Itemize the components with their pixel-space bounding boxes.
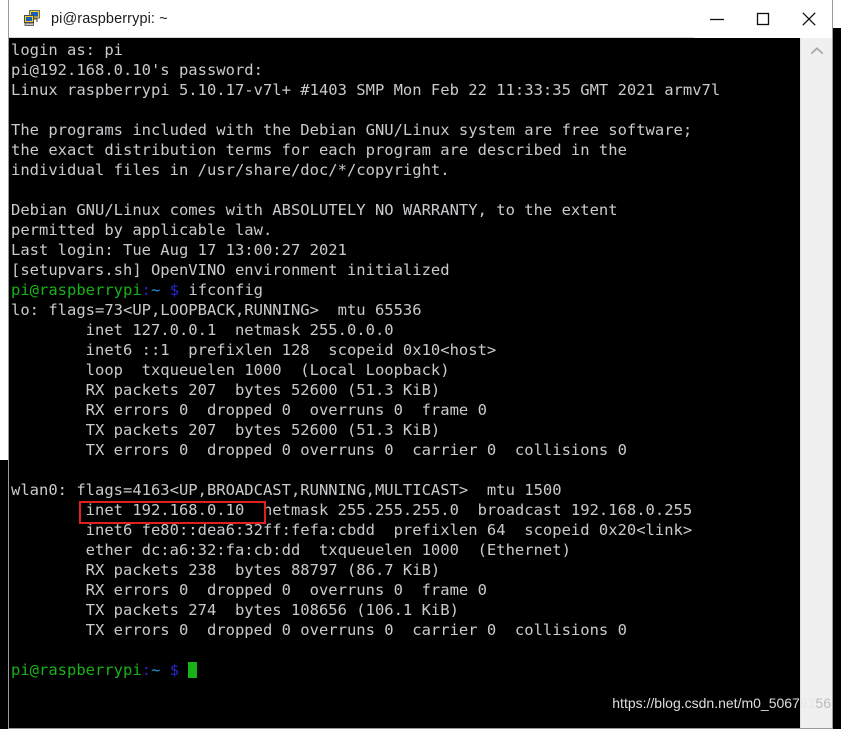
terminal-line-blank-4 [11, 640, 798, 660]
terminal-segment: Linux raspberrypi 5.10.17-v7l+ #1403 SMP… [11, 81, 721, 99]
terminal-line-lo-tx-packets: TX packets 207 bytes 52600 (51.3 KiB) [11, 420, 798, 440]
terminal-segment [179, 661, 188, 679]
putty-terminal-window[interactable]: pi@raspberrypi: ~ login as: pi pi@192.16… [8, 0, 833, 729]
terminal-segment: Last login: Tue Aug 17 13:00:27 2021 [11, 241, 347, 259]
scrollbar-up-arrow-icon[interactable] [801, 38, 832, 64]
window-title: pi@raspberrypi: ~ [51, 10, 168, 27]
terminal-segment: inet 127.0.0.1 netmask 255.0.0.0 [11, 321, 394, 339]
terminal-segment: inet6 fe80::dea6:32ff:fefa:cbdd prefixle… [11, 521, 693, 539]
terminal-segment: wlan0: flags=4163<UP,BROADCAST,RUNNING,M… [11, 481, 562, 499]
terminal-line-license-line-1: The programs included with the Debian GN… [11, 120, 798, 140]
terminal-segment: TX errors 0 dropped 0 overruns 0 carrier… [11, 621, 627, 639]
terminal-segment: RX errors 0 dropped 0 overruns 0 frame 0 [11, 401, 487, 419]
terminal-line-last-login: Last login: Tue Aug 17 13:00:27 2021 [11, 240, 798, 260]
terminal-cursor [188, 662, 198, 678]
terminal-line-wlan0-tx-packets: TX packets 274 bytes 108656 (106.1 KiB) [11, 600, 798, 620]
terminal-line-lo-inet6: inet6 ::1 prefixlen 128 scopeid 0x10<hos… [11, 340, 798, 360]
terminal-line-wlan0-tx-errors: TX errors 0 dropped 0 overruns 0 carrier… [11, 620, 798, 640]
terminal-line-wlan0-flags: wlan0: flags=4163<UP,BROADCAST,RUNNING,M… [11, 480, 798, 500]
terminal-line-blank-3 [11, 460, 798, 480]
terminal-text: login as: pi pi@192.168.0.10's password: L… [11, 40, 798, 680]
terminal-segment: $ [169, 661, 180, 679]
watermark: https://blog.csdn.net/m0_50679156 [612, 695, 831, 711]
desktop: llLTtiDpL[plrctxxxx=rr inet6 ::1 prefixl… [0, 0, 841, 729]
terminal-segment: ifconfig [179, 281, 264, 299]
terminal-line-openvino-notice: [setupvars.sh] OpenVINO environment init… [11, 260, 798, 280]
terminal-segment [160, 281, 169, 299]
terminal-line-wlan0-rx-errors: RX errors 0 dropped 0 overruns 0 frame 0 [11, 580, 798, 600]
terminal-line-prompt-cursor: pi@raspberrypi:~ $ [11, 660, 798, 680]
terminal-segment: : [141, 661, 151, 679]
terminal-segment: ~ [151, 281, 161, 299]
terminal-line-license-line-3: individual files in /usr/share/doc/*/cop… [11, 160, 798, 180]
window-controls [694, 0, 832, 38]
terminal-line-password-prompt: pi@192.168.0.10's password: [11, 60, 798, 80]
terminal-segment: TX errors 0 dropped 0 overruns 0 carrier… [11, 441, 627, 459]
terminal-segment: permitted by applicable law. [11, 221, 273, 239]
terminal-line-lo-flags: lo: flags=73<UP,LOOPBACK,RUNNING> mtu 65… [11, 300, 798, 320]
watermark-url: https://blog.csdn.net/m0_506791 [612, 695, 816, 711]
terminal-segment: pi@raspberrypi [11, 281, 142, 299]
title-bar[interactable]: pi@raspberrypi: ~ [9, 0, 832, 38]
terminal-segment: Debian GNU/Linux comes with ABSOLUTELY N… [11, 201, 618, 219]
terminal-line-lo-tx-errors: TX errors 0 dropped 0 overruns 0 carrier… [11, 440, 798, 460]
terminal-segment: loop txqueuelen 1000 (Local Loopback) [11, 361, 450, 379]
terminal-line-lo-rx-packets: RX packets 207 bytes 52600 (51.3 KiB) [11, 380, 798, 400]
terminal-line-wlan0-inet6: inet6 fe80::dea6:32ff:fefa:cbdd prefixle… [11, 520, 798, 540]
terminal-segment: inet6 ::1 prefixlen 128 scopeid 0x10<hos… [11, 341, 497, 359]
terminal-segment: RX errors 0 dropped 0 overruns 0 frame 0 [11, 581, 487, 599]
minimize-button[interactable] [694, 0, 740, 38]
terminal-segment: TX packets 274 bytes 108656 (106.1 KiB) [11, 601, 459, 619]
terminal-segment: ~ [151, 661, 161, 679]
terminal-line-prompt-ifconfig: pi@raspberrypi:~ $ ifconfig [11, 280, 798, 300]
terminal-segment: the exact distribution terms for each pr… [11, 141, 627, 159]
terminal-segment: individual files in /usr/share/doc/*/cop… [11, 161, 450, 179]
terminal-line-lo-loop: loop txqueuelen 1000 (Local Loopback) [11, 360, 798, 380]
scrollbar-thumb[interactable] [801, 64, 832, 728]
terminal-line-warranty-line-2: permitted by applicable law. [11, 220, 798, 240]
maximize-button[interactable] [740, 0, 786, 38]
terminal-segment: $ [169, 281, 180, 299]
watermark-url-tail: 56 [815, 695, 831, 711]
terminal-segment: pi@192.168.0.10's password: [11, 61, 263, 79]
terminal-line-blank-1 [11, 100, 798, 120]
putty-computer-icon [23, 9, 41, 28]
terminal-line-wlan0-rx-packets: RX packets 238 bytes 88797 (86.7 KiB) [11, 560, 798, 580]
terminal-segment: The programs included with the Debian GN… [11, 121, 693, 139]
close-button[interactable] [786, 0, 832, 38]
terminal-segment: inet 192.168.0.10 netmask 255.255.255.0 … [11, 501, 693, 519]
terminal-output-area[interactable]: login as: pi pi@192.168.0.10's password: L… [9, 38, 832, 728]
terminal-segment: lo: flags=73<UP,LOOPBACK,RUNNING> mtu 65… [11, 301, 422, 319]
terminal-segment: TX packets 207 bytes 52600 (51.3 KiB) [11, 421, 441, 439]
terminal-line-lo-rx-errors: RX errors 0 dropped 0 overruns 0 frame 0 [11, 400, 798, 420]
terminal-segment: RX packets 207 bytes 52600 (51.3 KiB) [11, 381, 441, 399]
terminal-line-login-prompt: login as: pi [11, 40, 798, 60]
terminal-segment: pi@raspberrypi [11, 661, 142, 679]
terminal-segment: ether dc:a6:32:fa:cb:dd txqueuelen 1000 … [11, 541, 571, 559]
terminal-segment: login as: pi [11, 41, 123, 59]
terminal-line-kernel-banner: Linux raspberrypi 5.10.17-v7l+ #1403 SMP… [11, 80, 798, 100]
terminal-line-lo-inet: inet 127.0.0.1 netmask 255.0.0.0 [11, 320, 798, 340]
terminal-segment: [setupvars.sh] OpenVINO environment init… [11, 261, 450, 279]
terminal-line-warranty-line-1: Debian GNU/Linux comes with ABSOLUTELY N… [11, 200, 798, 220]
terminal-line-license-line-2: the exact distribution terms for each pr… [11, 140, 798, 160]
terminal-segment: RX packets 238 bytes 88797 (86.7 KiB) [11, 561, 441, 579]
terminal-line-wlan0-ether: ether dc:a6:32:fa:cb:dd txqueuelen 1000 … [11, 540, 798, 560]
terminal-line-wlan0-inet: inet 192.168.0.10 netmask 255.255.255.0 … [11, 500, 798, 520]
terminal-scrollbar[interactable] [800, 38, 832, 728]
terminal-line-blank-2 [11, 180, 798, 200]
terminal-segment: : [141, 281, 151, 299]
terminal-segment [160, 661, 169, 679]
